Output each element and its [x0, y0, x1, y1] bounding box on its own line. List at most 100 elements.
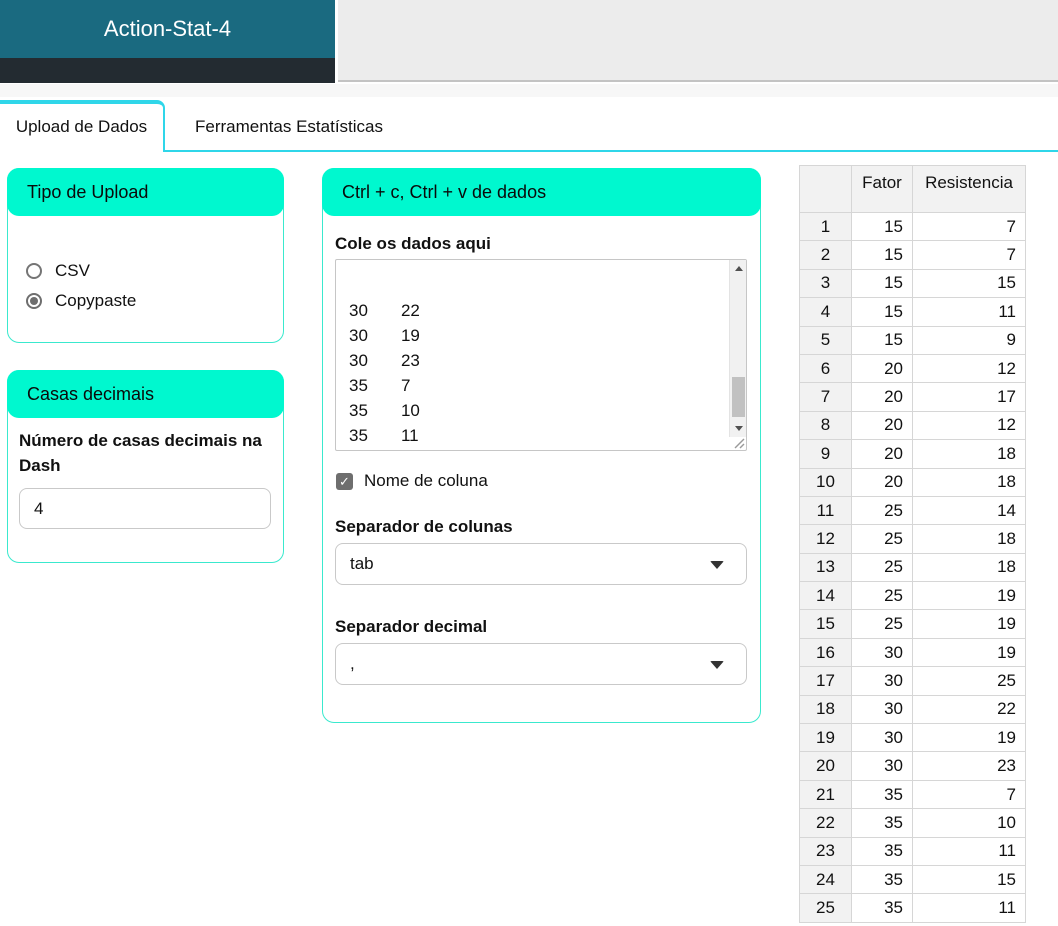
- data-table: Fator Resistencia 1 15 7 2 15 7 3 15 15 4 15 11 5 15 9…: [799, 165, 1026, 923]
- cell-fator[interactable]: 15: [851, 268, 913, 299]
- cell-fator[interactable]: 15: [851, 297, 913, 327]
- cell-resistencia[interactable]: 17: [912, 382, 1026, 412]
- table-row: 10 20 18: [799, 467, 1026, 497]
- column-separator-label: Separador de colunas: [335, 517, 513, 536]
- column-name-checkbox-row[interactable]: ✓ Nome de coluna: [336, 471, 488, 491]
- radio-checked-icon[interactable]: [26, 293, 42, 309]
- cell-fator[interactable]: 20: [851, 410, 913, 441]
- table-row: 13 25 18: [799, 552, 1026, 583]
- cell-resistencia[interactable]: 18: [912, 552, 1026, 583]
- cell-fator[interactable]: 20: [851, 439, 913, 469]
- table-row: 23 35 11: [799, 836, 1026, 866]
- cell-fator[interactable]: 30: [851, 637, 913, 668]
- caret-down-icon: [710, 661, 724, 669]
- radio-icon[interactable]: [26, 263, 42, 279]
- cell-fator[interactable]: 20: [851, 382, 913, 412]
- cell-fator[interactable]: 35: [851, 808, 913, 838]
- checkbox-checked-icon[interactable]: ✓: [336, 472, 353, 490]
- cell-resistencia[interactable]: 9: [912, 325, 1026, 355]
- cell-resistencia[interactable]: 11: [912, 297, 1026, 327]
- cell-resistencia[interactable]: 7: [912, 211, 1026, 242]
- cell-resistencia[interactable]: 15: [912, 268, 1026, 299]
- table-row: 20 30 23: [799, 751, 1026, 781]
- radio-option-csv[interactable]: CSV: [26, 261, 90, 281]
- cell-fator[interactable]: 35: [851, 779, 913, 810]
- textarea-scrollbar[interactable]: [729, 260, 746, 437]
- cell-fator[interactable]: 20: [851, 467, 913, 497]
- tab-label: Ferramentas Estatísticas: [195, 117, 384, 136]
- table-row: 21 35 7: [799, 779, 1026, 810]
- cell-resistencia[interactable]: 19: [912, 581, 1026, 611]
- cell-resistencia[interactable]: 18: [912, 467, 1026, 497]
- cell-resistencia[interactable]: 19: [912, 723, 1026, 753]
- cell-fator[interactable]: 25: [851, 552, 913, 583]
- radio-option-copypaste[interactable]: Copypaste: [26, 291, 136, 311]
- cell-resistencia[interactable]: 18: [912, 439, 1026, 469]
- tab-upload-de-dados[interactable]: Upload de Dados: [0, 100, 165, 152]
- header-gray-panel: [338, 0, 1058, 82]
- row-index: 13: [799, 552, 852, 583]
- cell-resistencia[interactable]: 11: [912, 893, 1026, 923]
- cell-fator[interactable]: 25: [851, 609, 913, 639]
- tab-ferramentas-estatisticas[interactable]: Ferramentas Estatísticas: [167, 104, 467, 150]
- cell-resistencia[interactable]: 23: [912, 751, 1026, 781]
- resize-grip-icon[interactable]: [731, 435, 745, 449]
- app-title: Action-Stat-4: [103, 16, 232, 41]
- upload-type-card: Tipo de Upload CSV Copypaste: [7, 168, 284, 343]
- row-index: 10: [799, 467, 852, 497]
- table-row: 17 30 25: [799, 666, 1026, 696]
- row-index: 18: [799, 694, 852, 725]
- cell-resistencia[interactable]: 12: [912, 353, 1026, 384]
- cell-resistencia[interactable]: 19: [912, 609, 1026, 639]
- cell-fator[interactable]: 25: [851, 581, 913, 611]
- scroll-up-icon[interactable]: [730, 260, 747, 277]
- cell-resistencia[interactable]: 22: [912, 694, 1026, 725]
- cell-fator[interactable]: 30: [851, 723, 913, 753]
- decimals-input[interactable]: [19, 488, 271, 529]
- column-separator-select[interactable]: tab: [335, 543, 747, 585]
- cell-fator[interactable]: 15: [851, 240, 913, 270]
- cell-resistencia[interactable]: 19: [912, 637, 1026, 668]
- row-index: 21: [799, 779, 852, 810]
- cell-resistencia[interactable]: 12: [912, 410, 1026, 441]
- cell-fator[interactable]: 15: [851, 325, 913, 355]
- row-index: 8: [799, 410, 852, 441]
- cell-fator[interactable]: 35: [851, 836, 913, 866]
- table-row: 8 20 12: [799, 410, 1026, 441]
- cell-fator[interactable]: 30: [851, 751, 913, 781]
- header-shadow-band: [0, 84, 1058, 97]
- cell-fator[interactable]: 25: [851, 495, 913, 526]
- selected-value: ,: [350, 654, 355, 673]
- cell-resistencia[interactable]: 7: [912, 779, 1026, 810]
- app-header: Action-Stat-4: [0, 0, 335, 58]
- decimal-separator-select[interactable]: ,: [335, 643, 747, 685]
- cell-resistencia[interactable]: 15: [912, 864, 1026, 895]
- row-index: 3: [799, 268, 852, 299]
- paste-textarea[interactable]: 30 2230 1930 2335 735 1035 1135 1535 11: [335, 259, 747, 451]
- cell-fator[interactable]: 35: [851, 893, 913, 923]
- header-dark-strip: [0, 58, 335, 83]
- paste-card-header: Ctrl + c, Ctrl + v de dados: [322, 168, 761, 216]
- selected-value: tab: [350, 554, 374, 573]
- table-row: 9 20 18: [799, 439, 1026, 469]
- cell-resistencia[interactable]: 14: [912, 495, 1026, 526]
- cell-fator[interactable]: 25: [851, 524, 913, 554]
- table-row: 1 15 7: [799, 211, 1026, 242]
- cell-resistencia[interactable]: 18: [912, 524, 1026, 554]
- table-row: 25 35 11: [799, 893, 1026, 923]
- row-index: 24: [799, 864, 852, 895]
- cell-resistencia[interactable]: 7: [912, 240, 1026, 270]
- row-index: 5: [799, 325, 852, 355]
- scrollbar-thumb[interactable]: [732, 377, 745, 417]
- cell-resistencia[interactable]: 10: [912, 808, 1026, 838]
- cell-fator[interactable]: 30: [851, 694, 913, 725]
- table-row: 2 15 7: [799, 240, 1026, 270]
- cell-fator[interactable]: 20: [851, 353, 913, 384]
- cell-fator[interactable]: 15: [851, 211, 913, 242]
- cell-resistencia[interactable]: 25: [912, 666, 1026, 696]
- caret-down-icon: [710, 561, 724, 569]
- cell-fator[interactable]: 30: [851, 666, 913, 696]
- cell-fator[interactable]: 35: [851, 864, 913, 895]
- table-row: 14 25 19: [799, 581, 1026, 611]
- cell-resistencia[interactable]: 11: [912, 836, 1026, 866]
